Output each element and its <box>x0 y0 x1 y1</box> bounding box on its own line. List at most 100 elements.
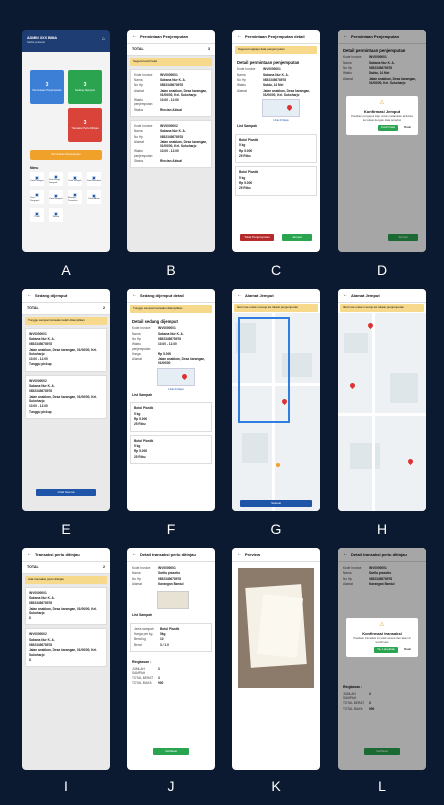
reject-button[interactable]: Tolak Penjemputan <box>240 234 274 241</box>
status-link[interactable]: Tunggu pickup <box>29 362 103 366</box>
info-value: Sabana Nur K. A. <box>29 637 55 642</box>
caption-e: E <box>61 521 71 537</box>
menu-item-label: Data Nasabah <box>87 180 101 183</box>
request-list-phone: ← Permintaan Penjemputan TOTAL 3 Segera ko… <box>127 30 215 252</box>
picking-list-phone: ← Sedang dijemput TOTAL 2 Tunggu sampai tr… <box>22 289 110 511</box>
menu-item[interactable]: ▣ Riwayat Transaksi <box>68 190 82 204</box>
home-icon[interactable]: ⌂ <box>102 36 105 43</box>
back-arrow-icon[interactable]: ← <box>132 33 137 40</box>
tile-picking[interactable]: 3 Sedang Dijemput <box>68 70 102 104</box>
map-view[interactable] <box>338 313 426 511</box>
modal-cancel-button[interactable]: Batal <box>401 647 414 653</box>
review-card[interactable]: INV0000001 Sabana Nur K. A. 0852345678978 J… <box>25 586 107 626</box>
info-row: Waktu penjemputan 10.00 - 12.00 <box>134 98 208 106</box>
back-arrow-icon[interactable]: ← <box>132 292 137 299</box>
info-row: 8 <box>29 658 103 662</box>
info-key: Alamat <box>237 88 247 93</box>
screen-d: ← Permintaan Penjemputan Detail permintaa… <box>338 30 426 280</box>
modal-confirm-button[interactable]: Konfirmasi <box>377 125 399 132</box>
back-arrow-icon[interactable]: ← <box>237 551 242 558</box>
info-row: Status Rincian Aktual <box>134 108 208 112</box>
info-row: TOTAL BERAT 3 <box>132 676 210 680</box>
info-key: Nama <box>134 129 143 134</box>
info-row: Kode Invoice INV0000001 <box>132 566 210 570</box>
map-view[interactable] <box>232 313 320 511</box>
menu-item[interactable]: ▣ Data Wilayah <box>68 172 82 186</box>
card-list: INV0000001 Sabana Nur K. A. 0852345678978 J… <box>22 327 110 419</box>
info-row: 25 Ribu <box>239 186 313 190</box>
banner-button[interactable]: Permintaan Penjemputan <box>30 150 102 160</box>
modal-confirm-button[interactable]: Ya, Lanjutkan <box>374 647 399 654</box>
info-value: 0852345678978 <box>29 601 53 606</box>
menu-item-label: Profil <box>34 216 40 219</box>
info-key: Nama <box>134 77 143 82</box>
picking-card[interactable]: INV0000001 Sabana Nur K. A. 0852345678978 J… <box>25 327 107 372</box>
menu-item[interactable]: ▣ Data Kategori <box>30 172 44 186</box>
picking-card[interactable]: INV0000002 Sabana Nur K. A. 0852345678978 J… <box>25 374 107 419</box>
dashboard-phone: ADMIN XXX BIMA Sarfia prasetio ⌂ 3 Permi… <box>22 30 110 252</box>
menu-item[interactable]: ▣ Data Nasabah <box>87 172 101 186</box>
screen-l: ← Detail transaksi perlu ditinjau Kode In… <box>338 548 426 798</box>
info-row: 8 <box>29 616 103 620</box>
info-row: Nama Sabana Nur K. A. <box>134 129 208 133</box>
back-arrow-icon[interactable]: ← <box>27 292 32 299</box>
tile-review[interactable]: 3 Transaksi Perlu Ditinjau <box>68 108 102 142</box>
info-value: Rp 5.000 <box>239 180 253 185</box>
warning-banner: Segera konfirmasi <box>130 57 212 66</box>
screen-g: ← Alamat Jemput Ikuti rute untuk menuju k… <box>232 289 320 539</box>
info-value: INV0000001 <box>263 67 281 72</box>
info-value: 5kg <box>160 632 166 637</box>
menu-item[interactable]: ▣ Keluar <box>49 208 63 222</box>
mini-map[interactable] <box>157 367 195 386</box>
back-arrow-icon[interactable]: ← <box>237 33 242 40</box>
info-key: Jenis sampah <box>134 626 154 631</box>
review-card[interactable]: INV0000002 Sabana Nur K. A. 0852345678978 J… <box>25 628 107 668</box>
warning-icon: ⚠ <box>379 622 385 628</box>
info-value: 10.00 - 12.00 <box>160 98 179 103</box>
info-row: Jalan anakkan, Desa karangan, 01/06/00, … <box>29 348 103 356</box>
status-link[interactable]: Rincian Aktual <box>160 159 208 163</box>
view-all-button[interactable]: Lihat Semua <box>36 489 96 496</box>
info-key: TOTAL BIAYA <box>132 681 152 686</box>
route-map-phone: ← Alamat Jemput Ikuti rute untuk menuju k… <box>232 289 320 511</box>
menu-item[interactable]: ▣ Profil <box>30 208 44 222</box>
back-arrow-icon[interactable]: ← <box>237 292 242 299</box>
info-row: No Hp 0852345678978 <box>134 135 208 139</box>
status-link[interactable]: Rincian Aktual <box>160 108 208 112</box>
request-card[interactable]: Kode Invoice INV0000001 Nama Sabana Nur K. … <box>130 68 212 117</box>
modal-cancel-button[interactable]: Batal <box>401 125 414 131</box>
accept-button[interactable]: Jemput <box>282 234 312 241</box>
menu-item[interactable]: ▣ Data Sampah <box>49 190 63 204</box>
info-row: Berat 3 / 1.0 <box>134 643 208 647</box>
mini-map[interactable] <box>262 99 300 118</box>
info-row: INV0000002 <box>29 632 103 636</box>
finish-button[interactable]: Selesai <box>240 500 312 507</box>
menu-item[interactable]: ▣ Data Pengepul <box>30 190 44 204</box>
waste-item-card: Botol Plastik 5 kg Rp 5.000 25 Ribu <box>235 166 317 196</box>
status-link[interactable]: Tunggu pickup <box>29 410 103 414</box>
menu-item[interactable]: ▣ Data Harga Sampah <box>49 172 63 186</box>
map-pin-icon <box>285 103 294 112</box>
tile-request[interactable]: 3 Permintaan Penjemputan <box>30 70 64 104</box>
verify-button[interactable]: Verifikasi <box>153 748 189 755</box>
back-arrow-icon[interactable]: ← <box>343 292 348 299</box>
info-value: Rp 5.000 <box>134 417 148 421</box>
request-card[interactable]: Kode Invoice INV0000002 Nama Sabana Nur K. … <box>130 119 212 169</box>
header-title: Permintaan Penjemputan <box>140 33 189 39</box>
menu-item[interactable]: ▣ Data Admin <box>87 190 101 204</box>
info-value: INV0000001 <box>158 326 176 331</box>
receipt-thumbnail[interactable] <box>157 591 189 610</box>
info-row: Status Rincian Aktual <box>134 159 208 163</box>
preview-phone: ← Preview <box>232 548 320 770</box>
modal-overlay <box>338 548 426 770</box>
info-key: No Hp <box>134 134 144 139</box>
screen-i: ← Transaksi perlu ditinjau TOTAL 2 Ada tra… <box>22 548 110 798</box>
total-label: TOTAL <box>27 306 39 310</box>
back-arrow-icon[interactable]: ← <box>132 551 137 558</box>
info-value: Botol Plastik <box>134 438 154 443</box>
info-row: 0852345678978 <box>29 342 103 346</box>
menu-item-label: Keluar <box>52 216 60 219</box>
info-row: No Hp 0852345678978 <box>237 78 315 82</box>
screen-c: ← Permintaan Penjemputan detail Segera le… <box>232 30 320 280</box>
back-arrow-icon[interactable]: ← <box>27 551 32 558</box>
